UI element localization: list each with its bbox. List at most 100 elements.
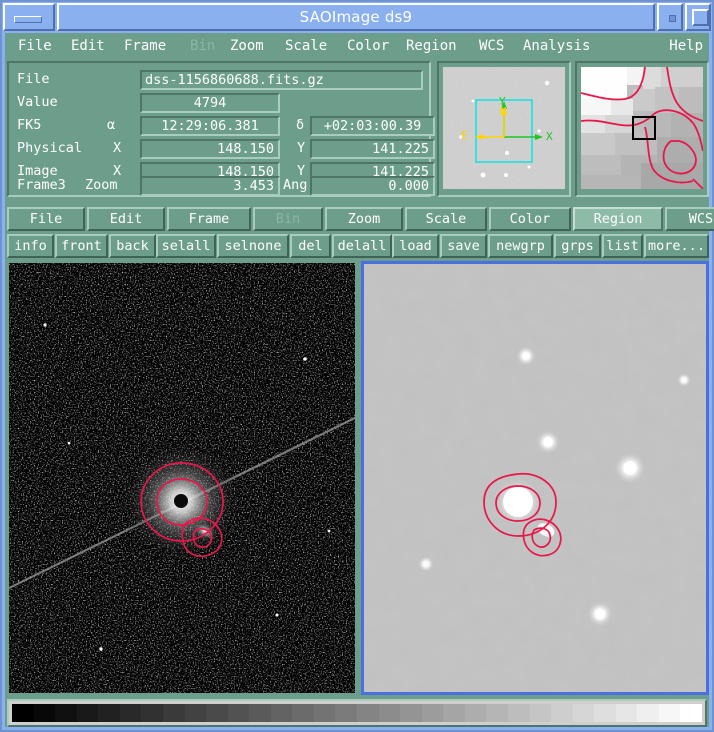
magnifier[interactable]	[575, 61, 709, 197]
menu-item-zoom[interactable]: Zoom	[227, 36, 267, 57]
minimize-button[interactable]	[657, 3, 683, 31]
menu-button-frame[interactable]: Frame	[167, 207, 251, 231]
button-bar-top: File Edit Frame Bin Zoom Scale Color Region WCS	[5, 207, 714, 232]
region-button-delall[interactable]: delall	[332, 234, 392, 258]
region-button-load[interactable]: load	[392, 234, 439, 258]
menu-button-scale[interactable]: Scale	[405, 207, 487, 231]
colorbar-step	[443, 704, 465, 722]
menu-button-bin: Bin	[253, 207, 323, 231]
menu-button-file[interactable]: File	[7, 207, 85, 231]
menu-item-file[interactable]: File	[15, 36, 55, 57]
magnifier-view	[581, 67, 703, 189]
title-bar: SAOImage ds9	[3, 3, 711, 31]
colorbar-step	[292, 704, 314, 722]
region-button-del[interactable]: del	[290, 234, 331, 258]
frame-left[interactable]	[7, 261, 357, 695]
colorbar-step	[162, 704, 185, 722]
info-field-physical-x-value[interactable]: 148.150	[140, 139, 280, 159]
iconify-button[interactable]	[3, 3, 55, 31]
menu-button-wcs[interactable]: WCS	[665, 207, 714, 231]
menu-item-color[interactable]: Color	[344, 36, 392, 57]
iconify-icon	[14, 16, 42, 23]
region-button-newgrp[interactable]: newgrp	[488, 234, 553, 258]
colorbar-step	[249, 704, 271, 722]
maximize-button[interactable]	[685, 3, 711, 31]
panner-label-north: N	[500, 105, 507, 118]
menu-button-edit[interactable]: Edit	[87, 207, 165, 231]
colorbar-step	[421, 704, 444, 722]
colorbar-step	[206, 704, 228, 722]
info-panel-area: File dss-1156860688.fits.gz Value 4794 FK5 α δ…	[5, 61, 709, 203]
info-field-angle-value[interactable]: 0.000	[310, 176, 435, 196]
menu-button-region[interactable]: Region	[573, 207, 663, 231]
colorbar-step	[313, 704, 336, 722]
menu-item-help[interactable]: Help	[669, 36, 703, 57]
menu-item-scale[interactable]: Scale	[282, 36, 330, 57]
colorbar-step	[594, 704, 616, 722]
colorbar-step	[464, 704, 487, 722]
colorbar-step	[98, 704, 120, 722]
info-label-value: Value	[17, 94, 58, 110]
frame-left-image	[9, 263, 355, 693]
window-title-area: SAOImage ds9	[57, 3, 655, 31]
region-button-list[interactable]: list	[602, 234, 643, 258]
magnifier-graphic	[581, 67, 703, 189]
colorbar-gradient	[12, 704, 702, 722]
region-button-grps[interactable]: grps	[554, 234, 601, 258]
menu-item-wcs[interactable]: WCS	[476, 36, 507, 57]
region-button-back[interactable]: back	[109, 234, 156, 258]
colorbar-step	[400, 704, 422, 722]
region-button-selnone[interactable]: selnone	[217, 234, 289, 258]
info-field-pixel-value[interactable]: 4794	[140, 93, 280, 113]
colorbar-step	[378, 704, 401, 722]
colorbar-step	[551, 704, 573, 722]
colorbar-step	[357, 704, 379, 722]
colorbar-step	[270, 704, 293, 722]
colorbar-step	[615, 704, 638, 722]
colorbar-step	[12, 704, 34, 722]
alpha-symbol: α	[107, 117, 116, 133]
panner-label-east: E	[461, 129, 468, 142]
colorbar-step	[335, 704, 357, 722]
menu-item-frame[interactable]: Frame	[121, 36, 169, 57]
info-field-physical-y-value[interactable]: 141.225	[310, 139, 435, 159]
panner-label-x: X	[546, 130, 553, 143]
region-button-front[interactable]: front	[55, 234, 108, 258]
menu-button-zoom[interactable]: Zoom	[325, 207, 403, 231]
frame-right[interactable]	[361, 261, 709, 695]
info-field-file-value[interactable]: dss-1156860688.fits.gz	[140, 70, 423, 90]
info-label-fk5: FK5	[17, 117, 42, 133]
region-button-more[interactable]: more...	[644, 234, 709, 258]
physical-x-label: X	[113, 140, 122, 156]
frame-right-image	[364, 264, 706, 692]
ds9-application-window: SAOImage ds9 Help File Edit Frame Bin Zoom Sc…	[0, 0, 714, 732]
colorbar[interactable]	[7, 699, 707, 727]
info-label-frame: Frame3	[17, 177, 66, 193]
menu-bar: Help File Edit Frame Bin Zoom Scale Color Regio…	[5, 33, 709, 60]
panner[interactable]: Y N X E	[437, 61, 571, 197]
colorbar-step	[680, 704, 702, 722]
colorbar-step	[658, 704, 681, 722]
info-field-zoom-value[interactable]: 3.453	[140, 176, 280, 196]
minimize-icon	[669, 15, 676, 22]
panner-graphic	[443, 67, 565, 189]
app-content: Help File Edit Frame Bin Zoom Scale Color Regio…	[5, 33, 714, 727]
colorbar-step	[119, 704, 142, 722]
info-label-file: File	[17, 71, 50, 87]
region-button-save[interactable]: save	[440, 234, 487, 258]
region-button-selall[interactable]: selall	[156, 234, 216, 258]
colorbar-step	[76, 704, 99, 722]
menu-item-analysis[interactable]: Analysis	[520, 36, 593, 57]
menu-item-region[interactable]: Region	[403, 36, 460, 57]
menu-item-edit[interactable]: Edit	[68, 36, 108, 57]
info-field-ra-value[interactable]: 12:29:06.381	[140, 116, 280, 136]
info-panel: File dss-1156860688.fits.gz Value 4794 FK5 α δ…	[7, 61, 435, 197]
colorbar-step	[572, 704, 595, 722]
info-field-dec-value[interactable]: +02:03:00.39	[310, 116, 435, 136]
button-bar-region: info front back selall selnone del delall load s…	[5, 234, 709, 259]
region-button-info[interactable]: info	[7, 234, 54, 258]
physical-y-label: Y	[297, 140, 306, 156]
colorbar-step	[637, 704, 659, 722]
menu-button-color[interactable]: Color	[489, 207, 571, 231]
colorbar-step	[184, 704, 207, 722]
